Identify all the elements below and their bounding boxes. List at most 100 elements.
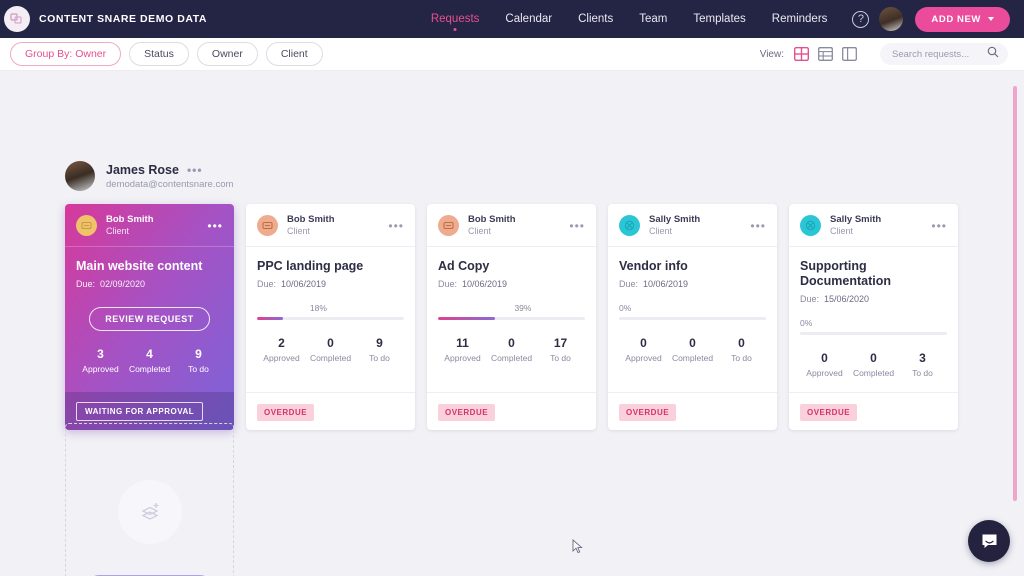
owner-menu-icon[interactable]: ••• — [187, 164, 203, 176]
request-title: Vendor info — [619, 259, 688, 273]
card-menu-icon[interactable]: ••• — [388, 220, 404, 232]
nav-item-requests[interactable]: Requests — [418, 0, 493, 38]
due-label: Due: — [438, 279, 458, 289]
progress-percent: 0% — [800, 318, 813, 328]
search-icon[interactable] — [987, 45, 999, 63]
filter-chip-owner[interactable]: Owner — [196, 42, 258, 66]
card-menu-icon[interactable]: ••• — [207, 220, 223, 232]
card-menu-icon[interactable]: ••• — [931, 220, 947, 232]
question-mark-icon[interactable]: ? — [852, 10, 870, 28]
stat-completed: 0 Completed — [668, 336, 717, 363]
stat-completed: 0 Completed — [849, 351, 898, 378]
card-footer: OVERDUE — [246, 392, 415, 430]
stat-approved: 0 Approved — [800, 351, 849, 378]
add-new-request-card[interactable]: ADD NEW REQUEST — [65, 423, 234, 576]
card-footer: OVERDUE — [608, 392, 777, 430]
due-date-row: Due: 02/09/2020 — [76, 279, 223, 289]
top-navigation-bar: CONTENT SNARE DEMO DATA Requests Calenda… — [0, 0, 1024, 38]
search-container[interactable] — [880, 43, 1008, 65]
stat-todo-label: To do — [188, 364, 209, 374]
stat-todo-value: 17 — [553, 336, 568, 350]
client-avatar-icon — [619, 215, 640, 236]
nav-item-templates[interactable]: Templates — [680, 0, 758, 38]
nav-item-calendar[interactable]: Calendar — [492, 0, 565, 38]
due-date-row: Due: 10/06/2019 — [438, 279, 585, 289]
card-body: Main website content Due: 02/09/2020 REVI… — [65, 247, 234, 392]
stat-approved: 3 Approved — [76, 347, 125, 374]
avatar[interactable] — [879, 7, 904, 31]
client-role: Client — [649, 225, 673, 236]
request-card[interactable]: Sally Smith Client ••• Supporting Docume… — [789, 204, 958, 430]
nav-item-reminders[interactable]: Reminders — [759, 0, 841, 38]
nav-item-team[interactable]: Team — [626, 0, 680, 38]
primary-nav: Requests Calendar Clients Team Templates… — [418, 0, 1010, 38]
filter-chip-client[interactable]: Client — [265, 42, 323, 66]
client-name: Sally Smith — [649, 214, 701, 225]
search-input[interactable] — [892, 48, 987, 60]
request-card[interactable]: Bob Smith Client ••• Main website conten… — [65, 204, 234, 430]
card-menu-icon[interactable]: ••• — [750, 220, 766, 232]
progress-bar: 0% — [800, 318, 947, 335]
status-badge: OVERDUE — [800, 404, 858, 421]
stat-completed-label: Completed — [852, 368, 895, 378]
client-name: Bob Smith — [287, 214, 335, 225]
client-name: Bob Smith — [468, 214, 516, 225]
table-view-icon[interactable] — [818, 47, 833, 61]
stat-completed-label: Completed — [671, 353, 714, 363]
filter-chip-status[interactable]: Status — [129, 42, 189, 66]
stat-completed-label: Completed — [309, 353, 352, 363]
stat-todo-label: To do — [369, 353, 390, 363]
column-view-icon[interactable] — [842, 47, 857, 61]
progress-track — [438, 317, 585, 320]
client-role: Client — [468, 225, 492, 236]
stat-approved-value: 11 — [456, 336, 469, 350]
grid-view-icon[interactable] — [794, 47, 809, 61]
owner-name: James Rose — [106, 162, 179, 177]
request-card[interactable]: Sally Smith Client ••• Vendor info Due: 1… — [608, 204, 777, 430]
due-date-row: Due: 15/06/2020 — [800, 294, 947, 304]
view-switcher: View: — [760, 43, 1008, 65]
progress-track — [257, 317, 404, 320]
request-title: Ad Copy — [438, 259, 490, 273]
stat-todo: 17 To do — [536, 336, 585, 363]
stat-completed: 4 Completed — [125, 347, 174, 374]
review-request-button[interactable]: REVIEW REQUEST — [89, 307, 210, 331]
request-card-grid: Bob Smith Client ••• Main website conten… — [65, 204, 958, 430]
content-snare-logo-icon — [4, 6, 30, 32]
filter-chip-group-by[interactable]: Group By: Owner — [10, 42, 122, 66]
chevron-down-icon — [988, 17, 994, 21]
stat-completed-label: Completed — [128, 364, 171, 374]
stat-approved: 11 Approved — [438, 336, 487, 363]
vertical-scrollbar[interactable] — [1013, 86, 1017, 501]
client-avatar-icon — [800, 215, 821, 236]
add-new-label: ADD NEW — [931, 13, 981, 25]
stat-todo-label: To do — [550, 353, 571, 363]
client-role: Client — [106, 225, 130, 236]
stat-approved-label: Approved — [444, 353, 481, 363]
nav-item-clients[interactable]: Clients — [565, 0, 626, 38]
stat-approved-value: 3 — [97, 347, 104, 361]
due-label: Due: — [257, 279, 277, 289]
owner-avatar[interactable] — [65, 161, 95, 191]
card-menu-icon[interactable]: ••• — [569, 220, 585, 232]
mouse-cursor — [572, 539, 583, 559]
stat-todo: 3 To do — [898, 351, 947, 378]
stat-approved: 0 Approved — [619, 336, 668, 363]
client-avatar-icon — [438, 215, 459, 236]
chat-bubble-icon[interactable] — [968, 520, 1010, 562]
stat-todo: 0 To do — [717, 336, 766, 363]
app-title: CONTENT SNARE DEMO DATA — [39, 13, 208, 25]
request-card[interactable]: Bob Smith Client ••• Ad Copy Due: 10/06/2… — [427, 204, 596, 430]
due-date: 10/06/2019 — [281, 279, 327, 289]
add-new-button[interactable]: ADD NEW — [915, 6, 1010, 32]
stat-completed: 0 Completed — [487, 336, 536, 363]
card-stats: 0 Approved 0 Completed 0 To do — [619, 336, 766, 377]
brand[interactable]: CONTENT SNARE DEMO DATA — [4, 6, 207, 32]
client-name: Bob Smith — [106, 214, 154, 225]
stat-approved-value: 0 — [821, 351, 828, 365]
client-role: Client — [830, 225, 854, 236]
progress-fill — [438, 317, 496, 320]
owner-email: demodata@contentsnare.com — [106, 178, 234, 190]
client-role: Client — [287, 225, 311, 236]
request-card[interactable]: Bob Smith Client ••• PPC landing page Du… — [246, 204, 415, 430]
